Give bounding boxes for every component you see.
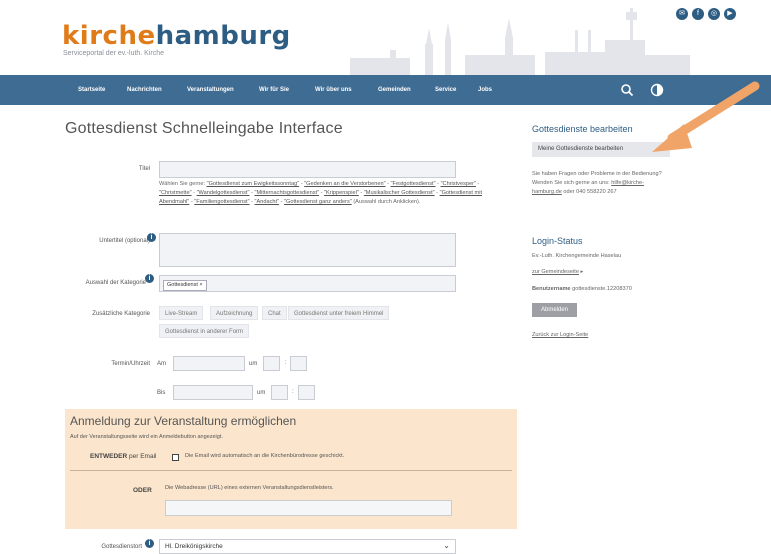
- sidebar-bearbeiten-title: Gottesdienste bearbeiten: [532, 124, 633, 134]
- zusatz-chip-andere-form[interactable]: Gottesdienst in anderer Form: [159, 324, 250, 338]
- kategorie-label: Auswahl der Kategorie: [85, 280, 146, 286]
- bis-label: Bis: [157, 390, 166, 396]
- bis-hour-input[interactable]: [271, 385, 288, 400]
- url-hint: Die Webadresse (URL) eines externen Vera…: [165, 485, 334, 491]
- nav-item-nachrichten[interactable]: Nachrichten: [127, 75, 162, 105]
- email-checkbox[interactable]: [172, 454, 179, 461]
- login-org: Ev.-Luth. Kirchengemeinde Haselau: [532, 253, 622, 259]
- zusatz-chip-chat[interactable]: Chat: [262, 306, 287, 320]
- titel-hint-outro: (Auswahl durch Anklicken).: [353, 199, 421, 205]
- info-icon[interactable]: i: [145, 274, 154, 283]
- nav-item-jobs[interactable]: Jobs: [478, 75, 492, 105]
- titel-option-3[interactable]: "Christvesper": [441, 181, 476, 187]
- zusatz-chip-freiem-himmel[interactable]: Gottesdienst unter freiem Himmel: [288, 306, 390, 320]
- zusatz-chip-live-stream[interactable]: Live-Stream: [159, 306, 204, 320]
- gemeindeseite-link-text[interactable]: zur Gemeindeseite: [532, 269, 579, 275]
- entweder-suffix: per Email: [127, 453, 157, 460]
- kategorie-tag[interactable]: Gottesdienst ×: [163, 280, 207, 291]
- benutzername-row: Benutzername gottesdienste.12208370: [532, 285, 632, 294]
- entweder-label: ENTWEDER per Email: [90, 453, 156, 460]
- nav-item-startseite[interactable]: Startseite: [78, 75, 105, 105]
- login-status-title: Login-Status: [532, 236, 583, 246]
- social-icon-1[interactable]: ✉: [676, 8, 688, 20]
- login-back-link[interactable]: Zurück zur Login-Seite: [532, 331, 588, 340]
- social-icon-3[interactable]: ◎: [708, 8, 720, 20]
- sidebar-help-text: Sie haben Fragen oder Probleme in der Be…: [532, 170, 672, 197]
- am-hour-input[interactable]: [263, 356, 280, 371]
- gottesdienstort-value: Hl. Dreikönigskirche: [165, 543, 223, 550]
- titel-option-6[interactable]: "Mitternachtsgottesdienst": [254, 190, 319, 196]
- am-minute-input[interactable]: [290, 356, 307, 371]
- abmelden-button[interactable]: Abmelden: [532, 303, 577, 317]
- info-icon[interactable]: i: [147, 233, 156, 242]
- zusatz-chip-aufzeichnung[interactable]: Aufzeichnung: [210, 306, 259, 320]
- titel-option-8[interactable]: "Musikalischer Gottesdienst": [364, 190, 435, 196]
- nav-item-veranstaltungen[interactable]: Veranstaltungen: [187, 75, 234, 105]
- titel-option-1[interactable]: "Gedenken an die Verstorbenen": [304, 181, 385, 187]
- help-phone: oder 040 558220 267: [561, 189, 617, 195]
- titel-hint: Wählen Sie gerne: "Gottesdienst zum Ewig…: [159, 181, 482, 205]
- titel-option-12[interactable]: "Gottesdienst ganz anders": [284, 199, 352, 205]
- info-icon[interactable]: i: [145, 539, 154, 548]
- login-back-link-text[interactable]: Zurück zur Login-Seite: [532, 332, 588, 338]
- chevron-down-icon: ⌄: [443, 541, 450, 550]
- titel-input[interactable]: [159, 161, 456, 178]
- gemeindeseite-link[interactable]: zur Gemeindeseite ▸: [532, 268, 583, 277]
- skyline-illustration: [350, 8, 690, 75]
- gottesdienstort-label: Gottesdienstort: [101, 544, 142, 550]
- zusatz-label: Zusätzliche Kategorie: [92, 311, 150, 317]
- url-input[interactable]: [165, 500, 452, 516]
- registration-divider: [70, 470, 512, 471]
- titel-option-10[interactable]: "Familiengottesdienst": [194, 199, 249, 205]
- search-icon[interactable]: [620, 83, 634, 97]
- registration-title: Anmeldung zur Veranstaltung ermöglichen: [70, 414, 297, 428]
- bis-date-input[interactable]: [173, 385, 253, 400]
- am-date-input[interactable]: [173, 356, 245, 371]
- meine-gottesdienste-label: Meine Gottesdienste bearbeiten: [538, 146, 624, 152]
- nav-item-service[interactable]: Service: [435, 75, 456, 105]
- nav-item-wir-ueber-uns[interactable]: Wir über uns: [315, 75, 352, 105]
- oder-label: ODER: [133, 487, 152, 494]
- nav-item-wir-fuer-sie[interactable]: Wir für Sie: [259, 75, 289, 105]
- page-title: Gottesdienst Schnelleingabe Interface: [65, 120, 343, 137]
- titel-option-7[interactable]: "Krippenspiel": [324, 190, 359, 196]
- entweder-strong: ENTWEDER: [90, 453, 128, 460]
- tagline: Serviceportal der ev.-luth. Kirche: [63, 50, 165, 57]
- logo[interactable]: kirchehamburg: [62, 22, 291, 50]
- titel-option-2[interactable]: "Festgottesdienst": [391, 181, 436, 187]
- email-info-text: Die Email wird automatisch an die Kirche…: [185, 453, 345, 459]
- titel-option-5[interactable]: "Wandelgottesdienst": [197, 190, 250, 196]
- um-label-1: um: [249, 361, 258, 367]
- titel-option-4[interactable]: "Christmette": [159, 190, 192, 196]
- nav-item-gemeinden[interactable]: Gemeinden: [378, 75, 411, 105]
- registration-desc: Auf der Veranstaltungsseite wird ein Anm…: [70, 434, 223, 440]
- benutzername-label: Benutzername: [532, 286, 571, 292]
- annotation-arrow: [652, 81, 760, 152]
- titel-label: Titel: [138, 166, 150, 172]
- untertitel-textarea[interactable]: [159, 233, 456, 267]
- am-label: Am: [157, 361, 166, 367]
- titel-option-11[interactable]: "Andacht": [255, 199, 280, 205]
- titel-hint-intro: Wählen Sie gerne:: [159, 181, 207, 187]
- untertitel-label: Untertitel (optional): [99, 238, 150, 244]
- gottesdienstort-select[interactable]: Hl. Dreikönigskirche ⌄: [159, 539, 456, 554]
- social-icon-2[interactable]: f: [692, 8, 704, 20]
- kategorie-select[interactable]: Gottesdienst ×: [159, 275, 456, 292]
- um-label-2: um: [257, 390, 266, 396]
- benutzername-value: gottesdienste.12208370: [570, 286, 632, 292]
- social-icon-4[interactable]: ▶: [724, 8, 736, 20]
- termin-label: Termin/Uhrzeit: [111, 361, 150, 367]
- titel-option-0[interactable]: "Gottesdienst zum Ewigkeitssonntag": [207, 181, 300, 187]
- bis-minute-input[interactable]: [298, 385, 315, 400]
- arrow-right-icon: ▸: [580, 269, 584, 275]
